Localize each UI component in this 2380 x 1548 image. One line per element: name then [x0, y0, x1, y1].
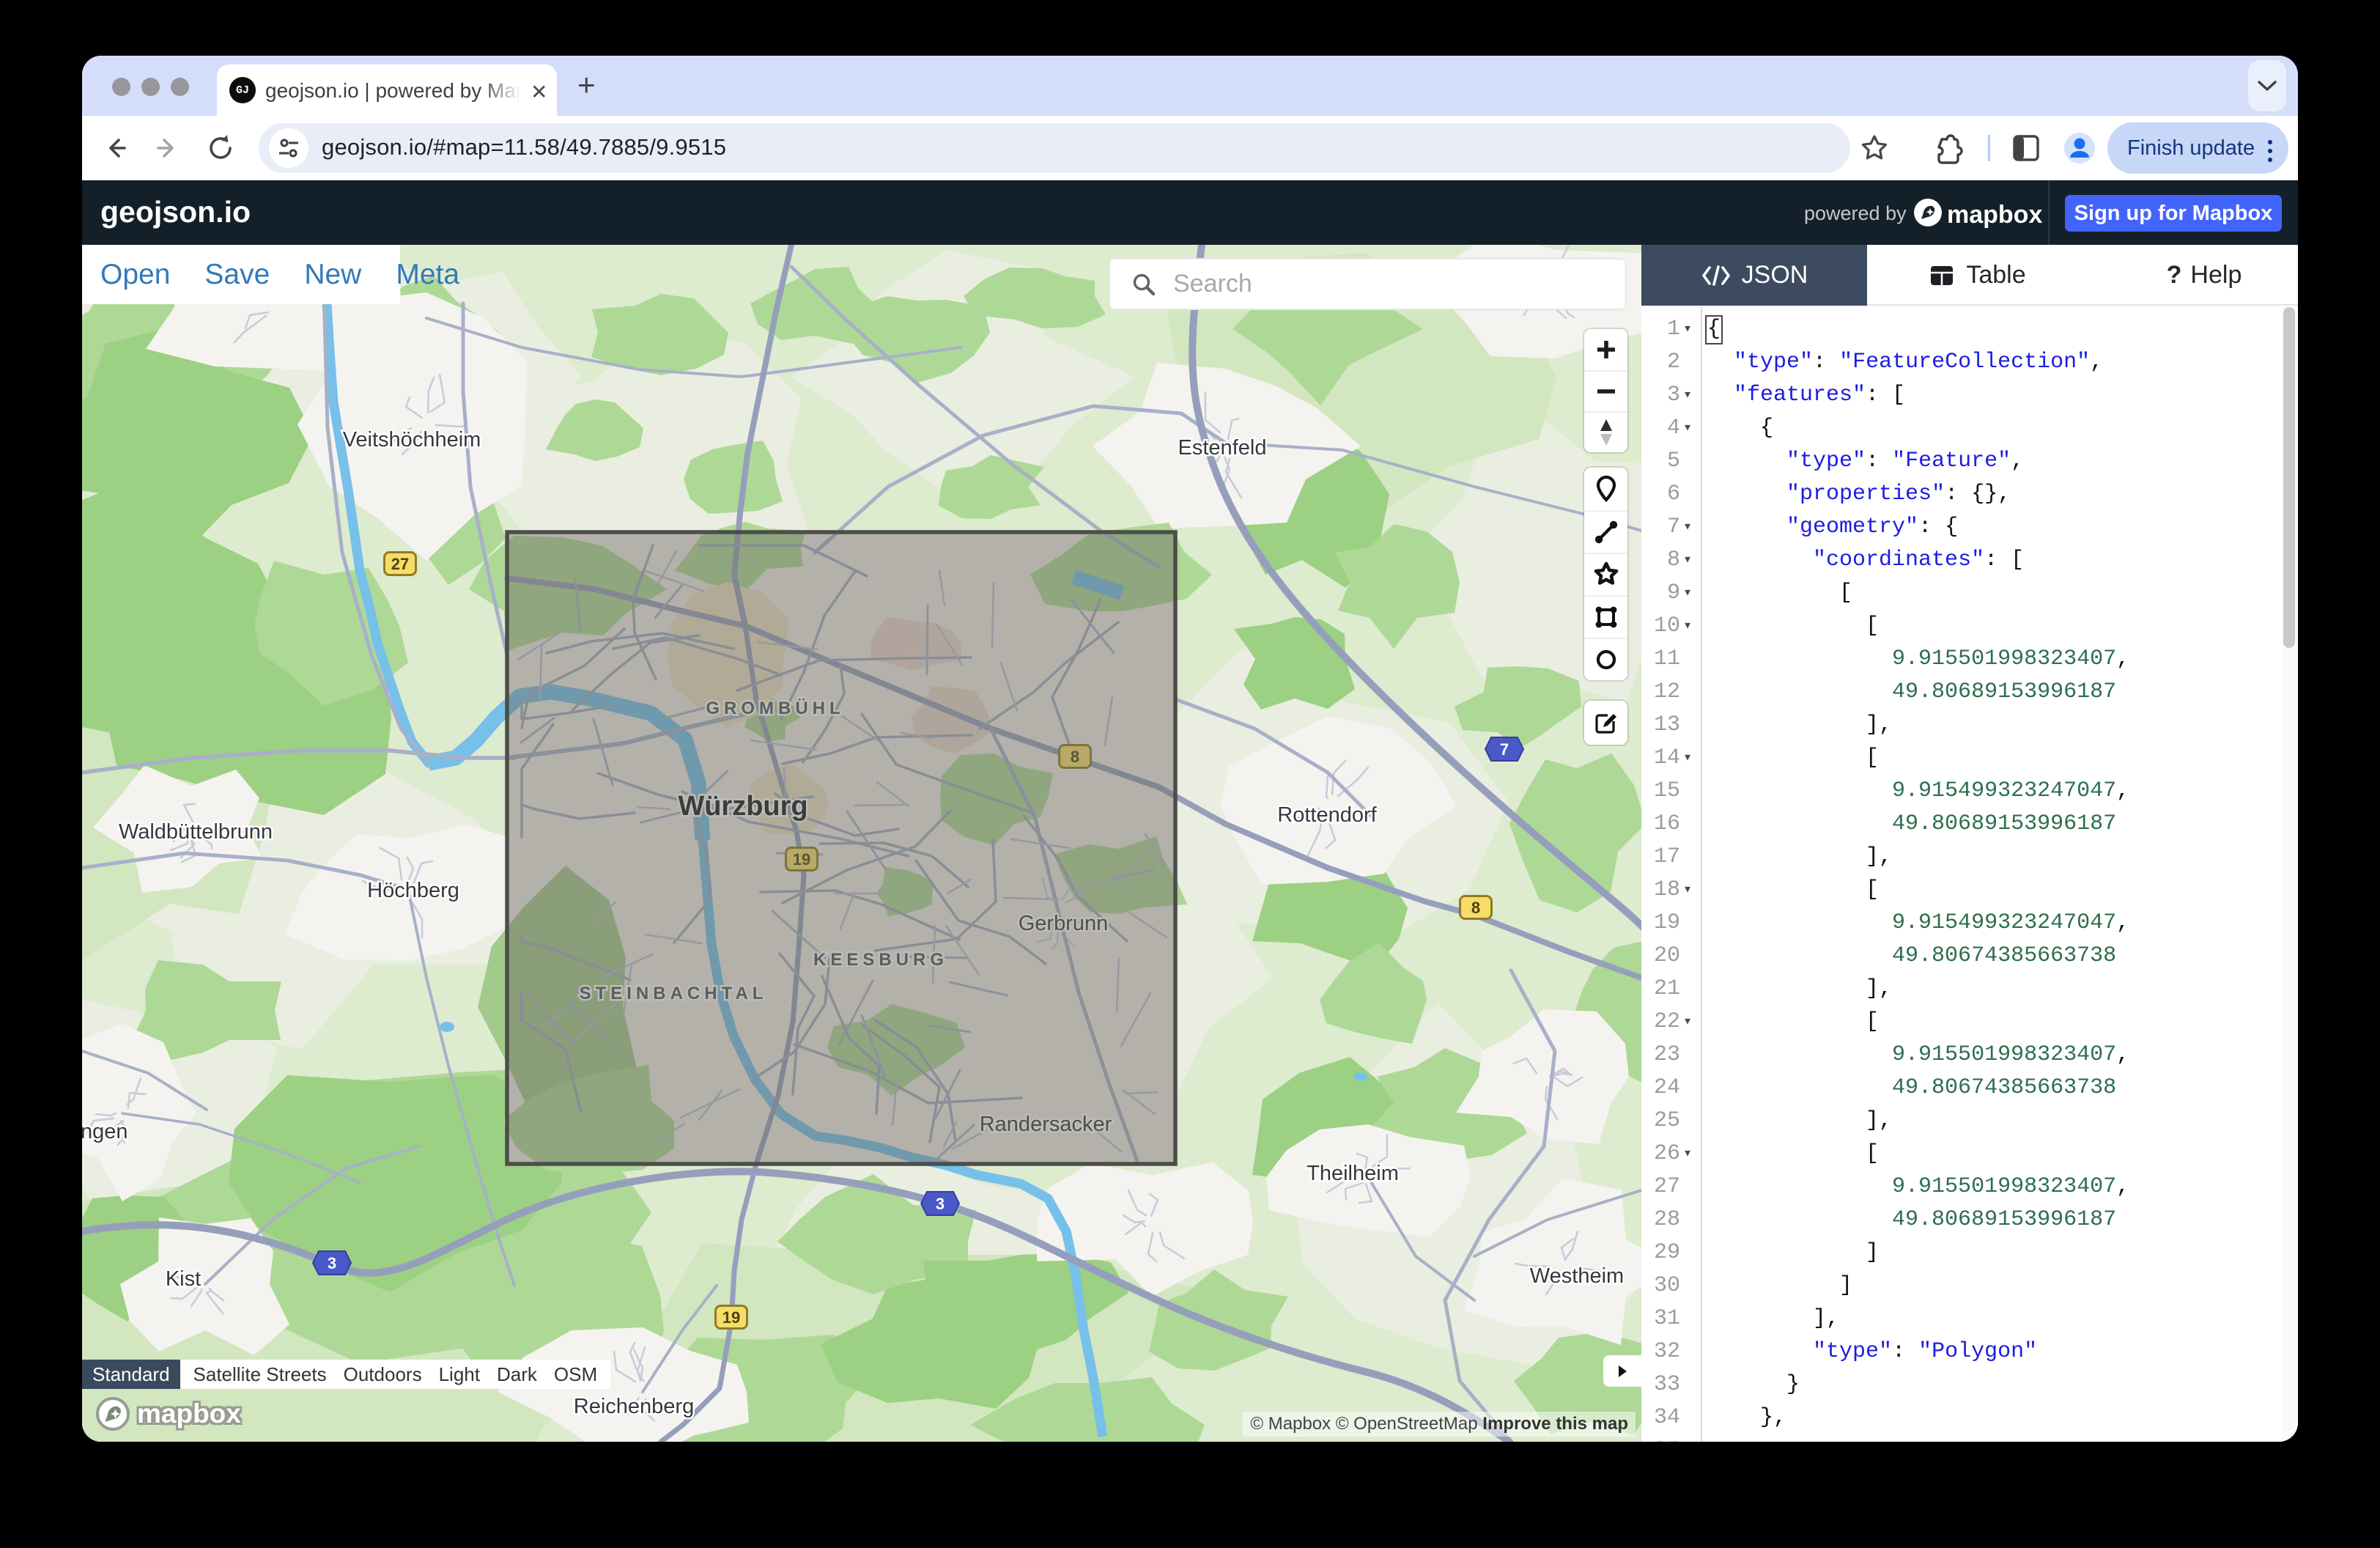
svg-text:Rottendorf: Rottendorf	[1277, 803, 1377, 827]
svg-text:3: 3	[328, 1254, 336, 1272]
svg-text:8: 8	[1471, 899, 1480, 917]
svg-text:27: 27	[391, 555, 409, 573]
svg-text:Estenfeld: Estenfeld	[1178, 436, 1267, 460]
svg-text:Veitshöchheim: Veitshöchheim	[343, 428, 481, 452]
svg-text:Reichenberg: Reichenberg	[574, 1395, 694, 1418]
svg-text:19: 19	[722, 1308, 740, 1327]
svg-text:ingen: ingen	[82, 1120, 128, 1143]
svg-text:7: 7	[1500, 740, 1509, 759]
svg-text:Westheim: Westheim	[1530, 1264, 1624, 1288]
svg-text:Theilheim: Theilheim	[1307, 1162, 1399, 1185]
svg-text:3: 3	[936, 1195, 945, 1213]
svg-text:Höchberg: Höchberg	[367, 879, 459, 902]
svg-text:Kist: Kist	[166, 1267, 201, 1291]
svg-text:Waldbüttelbrunn: Waldbüttelbrunn	[119, 820, 273, 844]
